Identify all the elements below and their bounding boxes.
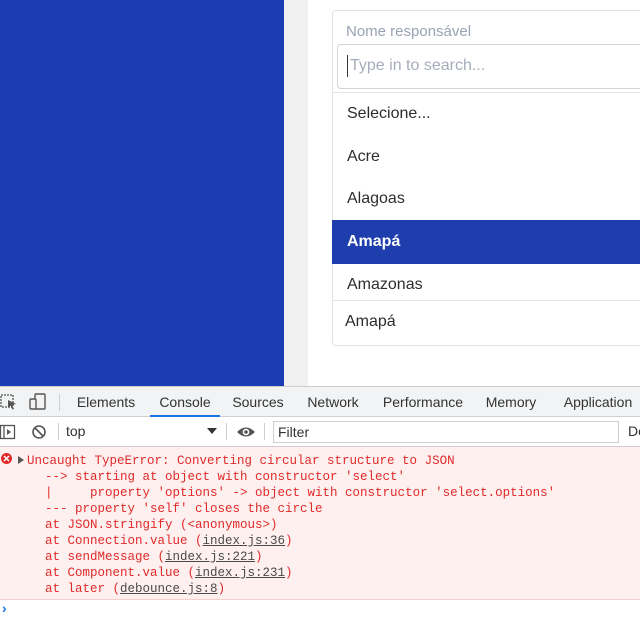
show-sidebar-icon[interactable] bbox=[0, 424, 16, 440]
tab-console[interactable]: Console bbox=[150, 387, 220, 417]
stack-frame: at later (debounce.js:8) bbox=[15, 582, 226, 596]
expand-triangle-icon[interactable] bbox=[18, 456, 24, 464]
option-selecione[interactable]: Selecione... bbox=[332, 93, 640, 135]
tab-application[interactable]: Application bbox=[556, 387, 640, 417]
stack-frame: at sendMessage (index.js:221) bbox=[15, 550, 263, 564]
source-link[interactable]: index.js:231 bbox=[195, 566, 285, 580]
inspect-element-icon[interactable] bbox=[0, 393, 18, 411]
error-title: Uncaught TypeError: Converting circular … bbox=[27, 454, 455, 468]
divider bbox=[332, 300, 640, 301]
console-filter-box bbox=[273, 421, 619, 443]
console-prompt[interactable]: › bbox=[0, 602, 8, 618]
source-link[interactable]: index.js:221 bbox=[165, 550, 255, 564]
devtools-panel: Elements Console Sources Network Perform… bbox=[0, 386, 640, 636]
source-link[interactable]: index.js:36 bbox=[203, 534, 286, 548]
live-expression-eye-icon[interactable] bbox=[236, 425, 256, 439]
option-alagoas[interactable]: Alagoas bbox=[332, 178, 640, 220]
context-value: top bbox=[66, 423, 86, 439]
source-link[interactable]: debounce.js:8 bbox=[120, 582, 218, 596]
clear-console-icon[interactable] bbox=[31, 424, 47, 440]
tab-network[interactable]: Network bbox=[300, 387, 366, 417]
device-toolbar-icon[interactable] bbox=[29, 393, 47, 411]
separator bbox=[226, 423, 227, 440]
field-label: Nome responsável bbox=[346, 23, 472, 40]
tab-memory[interactable]: Memory bbox=[478, 387, 544, 417]
app-area: Nome responsável Selecione... Acre Alago… bbox=[0, 0, 640, 386]
error-icon bbox=[1, 453, 12, 464]
console-filter-input[interactable] bbox=[278, 423, 608, 441]
separator bbox=[59, 394, 60, 411]
tab-sources[interactable]: Sources bbox=[226, 387, 290, 417]
selected-value[interactable]: Amapá bbox=[345, 313, 396, 331]
stack-frame: at Component.value (index.js:231) bbox=[15, 566, 293, 580]
context-selector[interactable]: top bbox=[66, 421, 221, 441]
console-toolbar: top De bbox=[0, 417, 640, 447]
error-detail-line: --- property 'self' closes the circle bbox=[15, 502, 323, 516]
blue-side-panel bbox=[0, 0, 284, 386]
tab-elements[interactable]: Elements bbox=[70, 387, 142, 417]
stack-frame: at Connection.value (index.js:36) bbox=[15, 534, 293, 548]
dropdown-search-input[interactable] bbox=[347, 55, 630, 77]
option-acre[interactable]: Acre bbox=[332, 136, 640, 178]
separator bbox=[58, 423, 59, 440]
error-detail-line: | property 'options' -> object with cons… bbox=[15, 486, 556, 500]
separator bbox=[264, 423, 265, 440]
console-error-message: Uncaught TypeError: Converting circular … bbox=[0, 447, 640, 600]
tab-performance[interactable]: Performance bbox=[378, 387, 468, 417]
error-detail-line: --> starting at object with constructor … bbox=[15, 470, 406, 484]
option-amazonas[interactable]: Amazonas bbox=[332, 264, 640, 300]
panel-gap bbox=[284, 0, 308, 386]
log-levels-dropdown[interactable]: De bbox=[628, 423, 640, 439]
stack-frame: at JSON.stringify (<anonymous>) bbox=[15, 518, 278, 532]
option-amapa-highlighted[interactable]: Amapá bbox=[332, 220, 640, 264]
chevron-down-icon bbox=[207, 428, 217, 434]
devtools-tabbar: Elements Console Sources Network Perform… bbox=[0, 386, 640, 417]
